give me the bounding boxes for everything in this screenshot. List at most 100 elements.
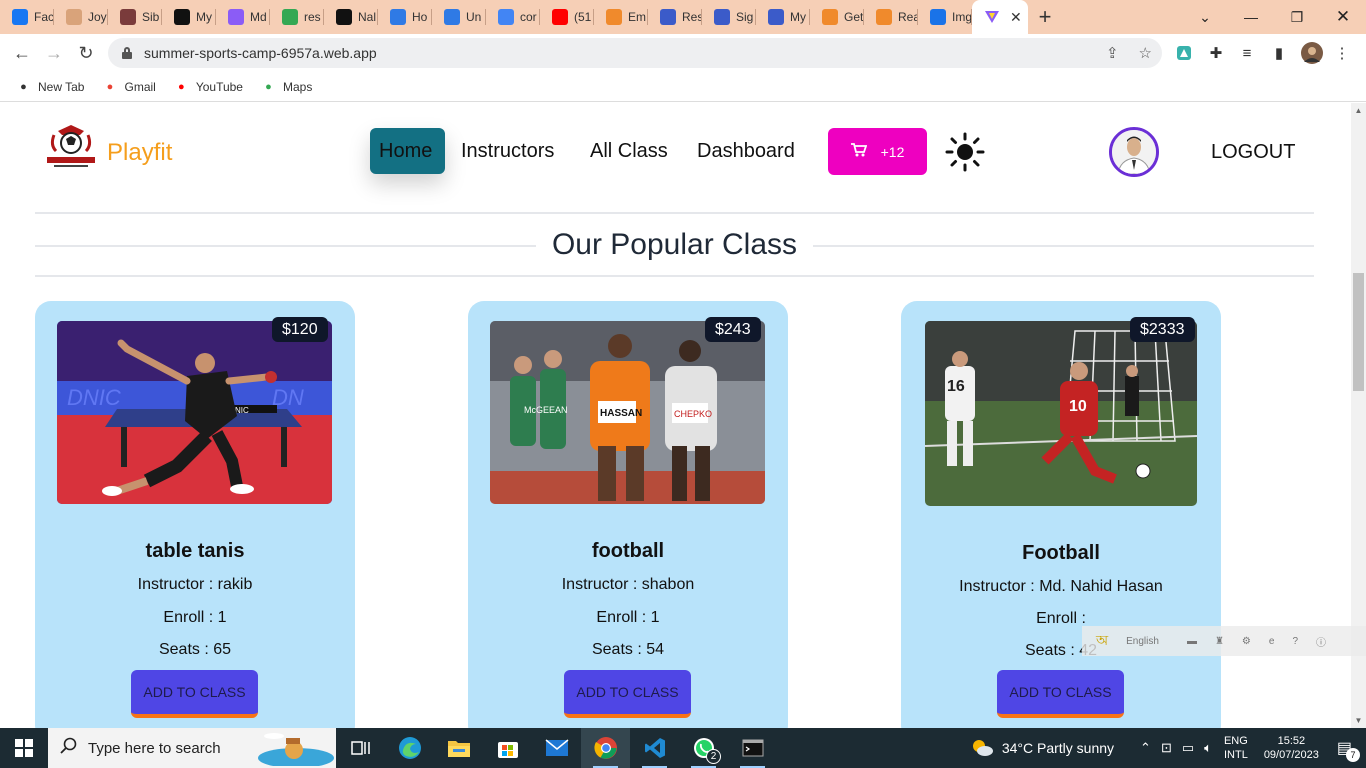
language-label[interactable]: English [1126,636,1159,647]
price-badge: $243 [705,317,761,342]
user-avatar[interactable] [1109,127,1159,177]
scroll-down-arrow-icon[interactable]: ▼ [1351,713,1366,728]
site-logo[interactable] [44,121,98,175]
ime-logo-icon[interactable]: অ [1096,629,1108,653]
share-icon[interactable]: ⇪ [1106,44,1119,62]
volume-icon[interactable]: 🔈︎ [1204,740,1212,756]
settings-icon[interactable]: ⚙ [1242,636,1251,647]
price-badge: $120 [272,317,328,342]
cart-count: +12 [880,143,905,160]
active-tab[interactable]: ✕ [972,0,1028,34]
mail-icon[interactable] [532,728,581,768]
browser-tab[interactable]: Joy [54,0,108,34]
browser-tab[interactable]: (51 [540,0,594,34]
whatsapp-icon[interactable]: 2 [679,728,728,768]
browser-tab[interactable]: Fac [0,0,54,34]
bookmark-star-icon[interactable]: ☆ [1139,44,1152,62]
store-icon[interactable] [483,728,532,768]
terminal-icon[interactable] [728,728,777,768]
device-icon[interactable]: ⊡ [1161,740,1172,756]
browser-tab[interactable]: Sig [702,0,756,34]
close-window-button[interactable]: ✕ [1320,0,1366,34]
add-to-class-button[interactable]: ADD TO CLASS [564,670,691,718]
file-explorer-icon[interactable] [434,728,483,768]
extension-icon[interactable] [1172,41,1196,65]
forward-button[interactable]: → [38,37,70,69]
media-queue-icon[interactable]: ≡ [1235,41,1259,65]
add-to-class-button[interactable]: ADD TO CLASS [997,670,1124,718]
bookmark-item[interactable]: ● YouTube [174,79,243,94]
browser-tab[interactable]: res [270,0,324,34]
back-button[interactable]: ← [6,37,38,69]
nav-home[interactable]: Home [370,128,445,174]
browser-tab[interactable]: My [162,0,216,34]
browser-tab[interactable]: My [756,0,810,34]
browser-tab[interactable]: Nal [324,0,378,34]
cart-button[interactable]: +12 [828,128,927,175]
puzzle-icon[interactable]: ✚ [1204,41,1228,65]
browser-tab[interactable]: cor [486,0,540,34]
weather-text[interactable]: 34°C Partly sunny [1002,740,1114,756]
bookmark-item[interactable]: ● New Tab [16,79,84,94]
show-hidden-icons-chevron-icon[interactable]: ⌃ [1140,740,1151,756]
browser-tab[interactable]: Img [918,0,972,34]
browser-icon[interactable]: e [1269,636,1275,647]
taskbar-search-box[interactable]: Type here to search [48,728,336,768]
new-tab-button[interactable]: + [1028,0,1062,34]
browser-tab[interactable]: Em [594,0,648,34]
tool-icon[interactable]: ♜ [1215,636,1224,647]
browser-tab[interactable]: Ho [378,0,432,34]
side-panel-icon[interactable]: ▮ [1267,41,1291,65]
clock-date: 09/07/2023 [1263,749,1319,761]
bookmark-item[interactable]: ● Gmail [102,79,156,94]
clock[interactable]: 15:52 09/07/2023 [1264,734,1319,762]
keyboard-icon[interactable]: ▬ [1187,636,1197,647]
nav-dashboard[interactable]: Dashboard [688,128,804,174]
restore-button[interactable]: ❐ [1274,0,1320,34]
windows-start-button[interactable] [0,728,48,768]
close-tab-icon[interactable]: ✕ [1010,9,1022,26]
tab-label: Sig [736,10,754,24]
browser-tab[interactable]: Rea [864,0,918,34]
theme-toggle-sun-icon[interactable] [945,132,985,172]
tab-search-chevron-icon[interactable]: ⌄ [1182,0,1228,34]
language-indicator[interactable]: ENG INTL [1224,734,1248,762]
network-icon[interactable]: ▭ [1182,740,1194,756]
info-icon[interactable]: ⓘ [1316,634,1326,649]
address-bar[interactable]: summer-sports-camp-6957a.web.app ⇪ ☆ [108,38,1162,68]
nav-all-class[interactable]: All Class [581,128,677,174]
menu-icon[interactable]: ⋮ [1330,41,1354,65]
google-icon [498,9,514,25]
edge-icon[interactable] [385,728,434,768]
globe-icon: ● [20,80,27,93]
tab-label: Sib [142,10,160,24]
weather-icon[interactable] [970,737,994,760]
browser-tab[interactable]: Un [432,0,486,34]
scrollbar-thumb[interactable] [1353,273,1364,391]
nav-instructors[interactable]: Instructors [452,128,563,174]
class-photo-football: 16 10 [925,321,1197,506]
browser-tab[interactable]: Md [216,0,270,34]
profile-avatar[interactable] [1300,41,1324,65]
brand-name[interactable]: Playfit [107,139,172,167]
browser-tab[interactable]: Get [810,0,864,34]
help-icon[interactable]: ? [1292,636,1298,647]
reload-button[interactable]: ↻ [70,37,102,69]
browser-tab[interactable]: Res [648,0,702,34]
bookmark-item[interactable]: ● Maps [261,79,312,94]
tab-label: My [790,10,806,24]
minimize-button[interactable]: — [1228,0,1274,34]
vscode-icon[interactable] [630,728,679,768]
task-view-icon[interactable] [336,728,385,768]
svg-text:DNIC: DNIC [67,385,121,410]
browser-tab[interactable]: Sib [108,0,162,34]
chrome-icon[interactable] [581,728,630,768]
notification-center-icon[interactable]: ▤ 7 [1337,738,1360,762]
divider-top [35,212,1314,214]
class-photo-running: McGEEAN HASSAN CHEPKO [490,321,765,504]
logout-button[interactable]: LOGOUT [1211,141,1295,164]
shield-icon [660,9,676,25]
add-to-class-button[interactable]: ADD TO CLASS [131,670,258,718]
windows-taskbar: Type here to search 2 34°C Partly sunny … [0,728,1366,768]
scroll-up-arrow-icon[interactable]: ▲ [1351,103,1366,118]
